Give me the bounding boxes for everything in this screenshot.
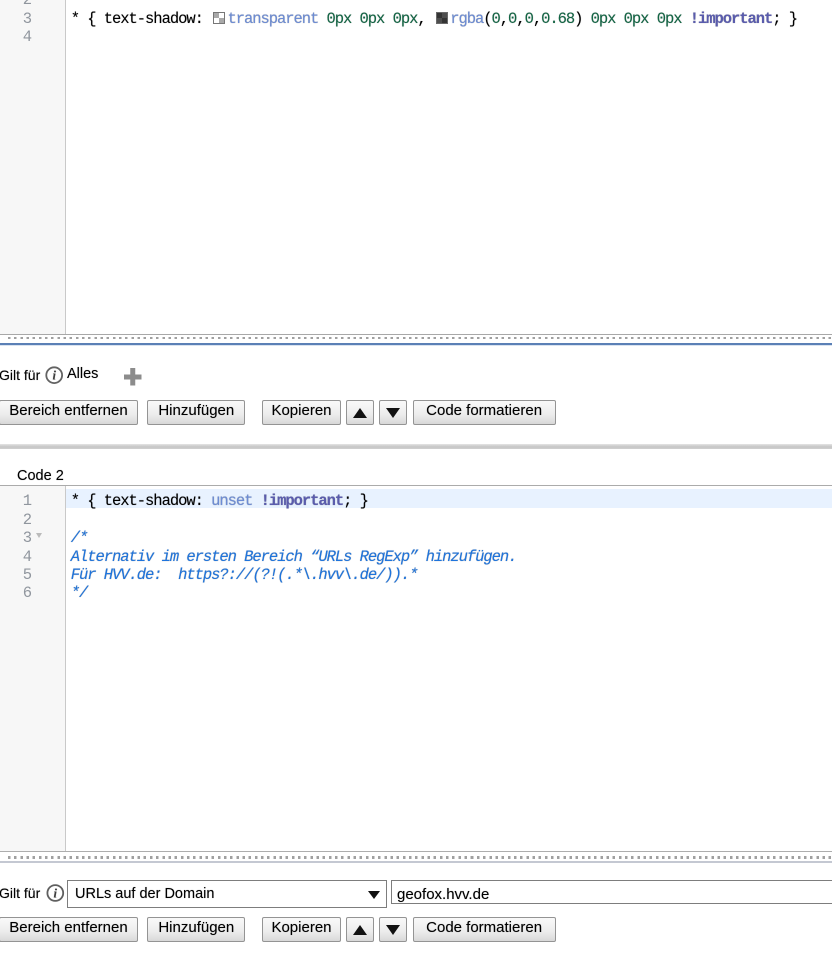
svg-text:i: i [52, 369, 56, 383]
svg-text:i: i [53, 886, 57, 900]
